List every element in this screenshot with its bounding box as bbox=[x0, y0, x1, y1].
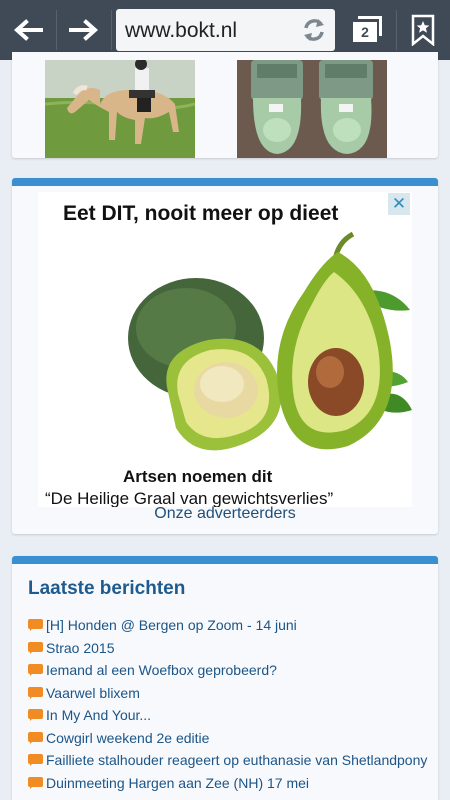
comment-bubble-icon bbox=[28, 709, 43, 722]
toolbar-divider bbox=[396, 10, 397, 50]
browser-toolbar: www.bokt.nl 2 bbox=[0, 0, 450, 60]
card-accent-bar bbox=[12, 178, 438, 186]
horse-rider-image bbox=[45, 60, 195, 158]
reload-icon bbox=[304, 19, 324, 41]
reload-button[interactable] bbox=[299, 15, 329, 45]
list-item[interactable]: Duinmeeting Hargen aan Zee (NH) 17 mei bbox=[28, 772, 428, 795]
comment-bubble-icon bbox=[28, 641, 43, 654]
post-link[interactable]: Strao 2015 bbox=[46, 640, 115, 656]
latest-posts-list: [H] Honden @ Bergen op Zoom - 14 juni St… bbox=[28, 614, 428, 794]
list-item[interactable]: [H] Honden @ Bergen op Zoom - 14 juni bbox=[28, 614, 428, 637]
bookmark-button[interactable] bbox=[398, 0, 448, 60]
latest-posts-card: Laatste berichten [H] Honden @ Bergen op… bbox=[12, 556, 438, 800]
list-item[interactable]: Failliete stalhouder reageert op euthana… bbox=[28, 749, 428, 772]
tabs-button[interactable]: 2 bbox=[343, 0, 389, 60]
horse-boots-image bbox=[237, 60, 387, 158]
post-link[interactable]: Failliete stalhouder reageert op euthana… bbox=[46, 752, 427, 768]
bookmark-star-icon bbox=[411, 14, 435, 46]
horse-boots-photo[interactable] bbox=[237, 60, 387, 158]
comment-bubble-icon bbox=[28, 776, 43, 789]
toolbar-divider bbox=[111, 10, 112, 50]
arrow-right-icon bbox=[69, 19, 99, 41]
comment-bubble-icon bbox=[28, 664, 43, 677]
list-item[interactable]: Strao 2015 bbox=[28, 637, 428, 660]
photo-gallery-card bbox=[12, 52, 438, 158]
arrow-left-icon bbox=[13, 19, 43, 41]
advertisement-card: Eet DIT, nooit meer op dieet ✕ Artsen no… bbox=[12, 178, 438, 534]
post-link[interactable]: Iemand al een Woefbox geprobeerd? bbox=[46, 662, 277, 678]
ad-headline: Eet DIT, nooit meer op dieet bbox=[63, 202, 339, 225]
comment-bubble-icon bbox=[28, 686, 43, 699]
back-button[interactable] bbox=[0, 0, 56, 60]
post-link[interactable]: Cowgirl weekend 2e editie bbox=[46, 730, 209, 746]
avocado-image bbox=[128, 232, 412, 451]
post-link[interactable]: Vaarwel blixem bbox=[46, 685, 140, 701]
tab-count-badge: 2 bbox=[353, 22, 377, 42]
horse-rider-photo[interactable] bbox=[45, 60, 195, 158]
url-bar[interactable]: www.bokt.nl bbox=[116, 9, 335, 51]
ad-caption-title: Artsen noemen dit bbox=[123, 467, 273, 486]
post-link[interactable]: Duinmeeting Hargen aan Zee (NH) 17 mei bbox=[46, 775, 309, 791]
forward-button[interactable] bbox=[57, 0, 111, 60]
post-link[interactable]: [H] Honden @ Bergen op Zoom - 14 juni bbox=[46, 617, 297, 633]
comment-bubble-icon bbox=[28, 731, 43, 744]
ad-close-icon[interactable]: ✕ bbox=[388, 193, 410, 215]
ad-banner[interactable]: Eet DIT, nooit meer op dieet ✕ Artsen no… bbox=[38, 192, 412, 507]
list-item[interactable]: Iemand al een Woefbox geprobeerd? bbox=[28, 659, 428, 682]
comment-bubble-icon bbox=[28, 754, 43, 767]
url-text[interactable]: www.bokt.nl bbox=[125, 19, 237, 43]
latest-posts-title: Laatste berichten bbox=[28, 578, 186, 599]
list-item[interactable]: Vaarwel blixem bbox=[28, 682, 428, 705]
comment-bubble-icon bbox=[28, 619, 43, 632]
post-link[interactable]: In My And Your... bbox=[46, 707, 151, 723]
advertisers-link[interactable]: Onze adverteerders bbox=[12, 505, 438, 523]
list-item[interactable]: In My And Your... bbox=[28, 704, 428, 727]
list-item[interactable]: Cowgirl weekend 2e editie bbox=[28, 727, 428, 750]
card-accent-bar bbox=[12, 556, 438, 564]
